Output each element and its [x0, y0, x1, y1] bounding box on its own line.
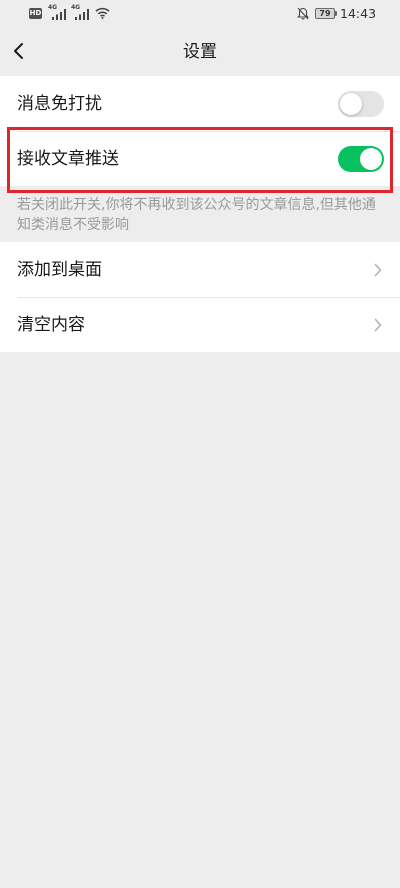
- action-clear-content[interactable]: 清空内容: [0, 297, 400, 352]
- action-label: 添加到桌面: [17, 259, 102, 280]
- setting-label-mute: 消息免打扰: [17, 93, 102, 114]
- hd-icon: HD: [29, 8, 42, 19]
- nav-header: 设置: [0, 28, 400, 76]
- wifi-icon: [95, 7, 110, 19]
- signal-bars-icon: [75, 9, 89, 20]
- action-label: 清空内容: [17, 314, 85, 335]
- battery-nub: [335, 11, 337, 16]
- status-bar: HD 4G 4G 79 14:43: [0, 0, 400, 28]
- status-time: 14:43: [340, 6, 377, 21]
- article-push-note: 若关闭此开关,你将不再收到该公众号的文章信息,但其他通知类消息不受影响: [0, 186, 400, 242]
- setting-row-article-push: 接收文章推送: [0, 131, 400, 186]
- actions-card: 添加到桌面 清空内容: [0, 242, 400, 352]
- signal-icon: 4G: [48, 5, 66, 21]
- chevron-right-icon: [374, 318, 382, 331]
- bell-off-icon: [297, 7, 309, 20]
- battery-icon: 79: [315, 8, 335, 19]
- mute-toggle[interactable]: [338, 90, 384, 117]
- action-add-to-desktop[interactable]: 添加到桌面: [0, 242, 400, 297]
- toggle-settings-card: 消息免打扰 接收文章推送: [0, 76, 400, 186]
- setting-row-mute: 消息免打扰: [0, 76, 400, 131]
- setting-label-article-push: 接收文章推送: [17, 148, 119, 169]
- chevron-right-icon: [374, 263, 382, 276]
- toggle-knob: [340, 92, 362, 115]
- signal-bars-icon: [52, 9, 66, 20]
- article-push-note-text: 若关闭此开关,你将不再收到该公众号的文章信息,但其他通知类消息不受影响: [17, 197, 376, 233]
- article-push-toggle[interactable]: [338, 145, 384, 172]
- page-title: 设置: [183, 42, 217, 62]
- toggle-knob: [360, 147, 382, 170]
- signal-icon: 4G: [71, 5, 89, 21]
